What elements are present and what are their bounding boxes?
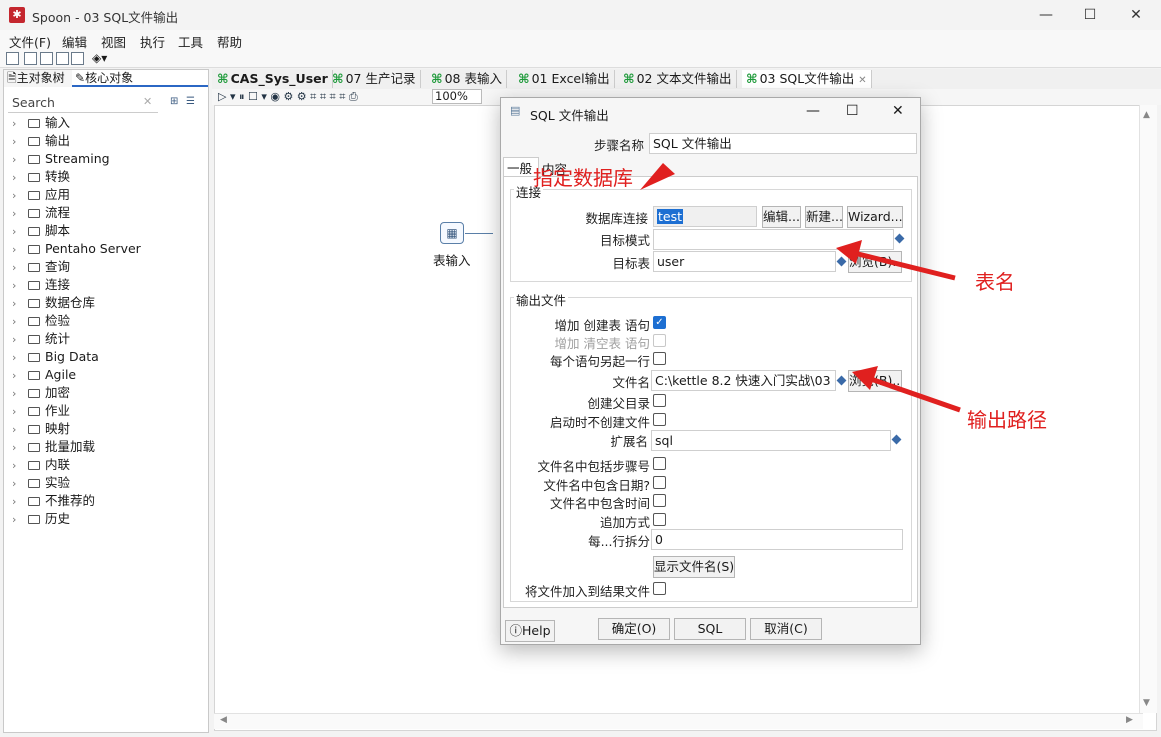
arrow-to-db	[640, 163, 675, 190]
arrow-to-table-head	[836, 240, 862, 264]
arrow-to-path-shaft	[867, 375, 961, 413]
annotation-arrows	[640, 163, 961, 413]
arrow-to-table-shaft	[849, 249, 956, 281]
